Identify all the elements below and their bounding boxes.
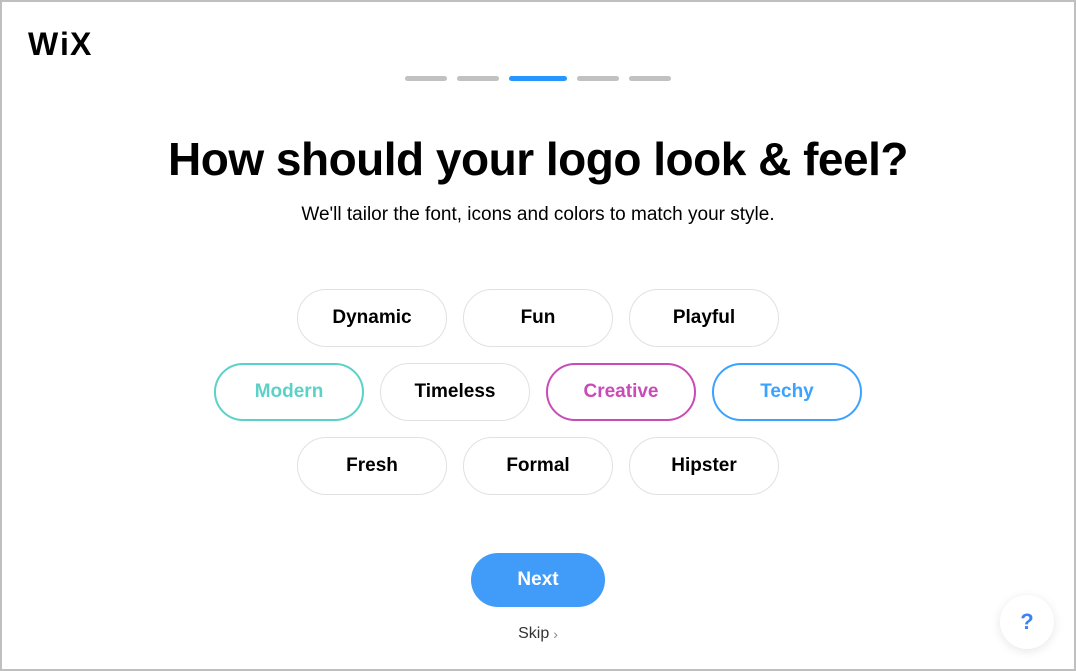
actions: Next Skip › (2, 553, 1074, 643)
chip-label: Fun (521, 307, 556, 329)
chip-label: Modern (255, 381, 324, 403)
chip-label: Playful (673, 307, 735, 329)
next-button[interactable]: Next (471, 553, 605, 607)
chip-label: Timeless (415, 381, 496, 403)
style-chips: Dynamic Fun Playful Modern Timeless Crea… (2, 289, 1074, 495)
chip-label: Fresh (346, 455, 398, 477)
progress-step-5 (629, 76, 671, 81)
page-title: How should your logo look & feel? (2, 132, 1074, 186)
progress-step-1 (405, 76, 447, 81)
chip-timeless[interactable]: Timeless (380, 363, 530, 421)
chip-modern[interactable]: Modern (214, 363, 364, 421)
chip-hipster[interactable]: Hipster (629, 437, 779, 495)
chip-row-3: Fresh Formal Hipster (297, 437, 779, 495)
page-subtitle: We'll tailor the font, icons and colors … (2, 204, 1074, 226)
chip-row-2: Modern Timeless Creative Techy (214, 363, 862, 421)
help-icon: ? (1020, 609, 1033, 635)
chip-label: Creative (584, 381, 659, 403)
chip-techy[interactable]: Techy (712, 363, 862, 421)
chip-row-1: Dynamic Fun Playful (297, 289, 779, 347)
chip-fresh[interactable]: Fresh (297, 437, 447, 495)
chip-label: Dynamic (332, 307, 411, 329)
chevron-right-icon: › (553, 626, 558, 642)
progress-indicator (405, 76, 671, 81)
next-button-label: Next (517, 569, 558, 591)
progress-step-4 (577, 76, 619, 81)
progress-step-3 (509, 76, 567, 81)
skip-label: Skip (518, 625, 549, 643)
chip-label: Techy (760, 381, 814, 403)
help-button[interactable]: ? (1000, 595, 1054, 649)
wizard-window: W i X How should your logo look & feel? … (2, 2, 1074, 669)
wix-logo: W i X (28, 30, 106, 69)
chip-playful[interactable]: Playful (629, 289, 779, 347)
chip-fun[interactable]: Fun (463, 289, 613, 347)
chip-label: Formal (506, 455, 569, 477)
chip-creative[interactable]: Creative (546, 363, 696, 421)
header-content: How should your logo look & feel? We'll … (2, 132, 1074, 226)
progress-step-2 (457, 76, 499, 81)
skip-link[interactable]: Skip › (518, 625, 558, 643)
chip-label: Hipster (671, 455, 736, 477)
svg-text:X: X (70, 30, 92, 60)
chip-formal[interactable]: Formal (463, 437, 613, 495)
svg-text:i: i (60, 30, 67, 60)
chip-dynamic[interactable]: Dynamic (297, 289, 447, 347)
svg-text:W: W (28, 30, 59, 60)
